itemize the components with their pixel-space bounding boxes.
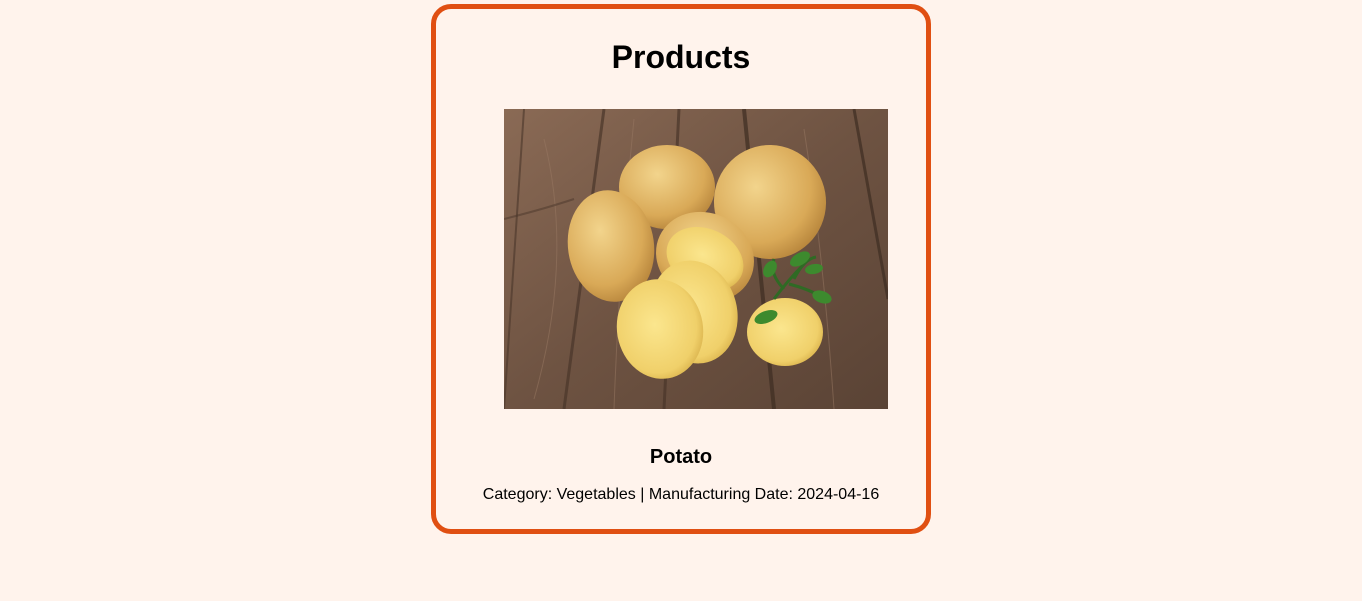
product-name: Potato — [649, 446, 713, 468]
meta-separator: | — [640, 486, 645, 503]
product-image — [504, 109, 888, 409]
category-label: Category: — [482, 486, 553, 503]
page-title: Products — [611, 39, 751, 75]
product-card: Products Potato Category: Vegetables | M… — [431, 4, 931, 534]
product-meta: Category: Vegetables | Manufacturing Dat… — [436, 486, 926, 504]
category-value: Vegetables — [556, 486, 636, 503]
manufacturing-date-label: Manufacturing Date: — [648, 486, 793, 503]
manufacturing-date-value: 2024-04-16 — [797, 486, 880, 503]
